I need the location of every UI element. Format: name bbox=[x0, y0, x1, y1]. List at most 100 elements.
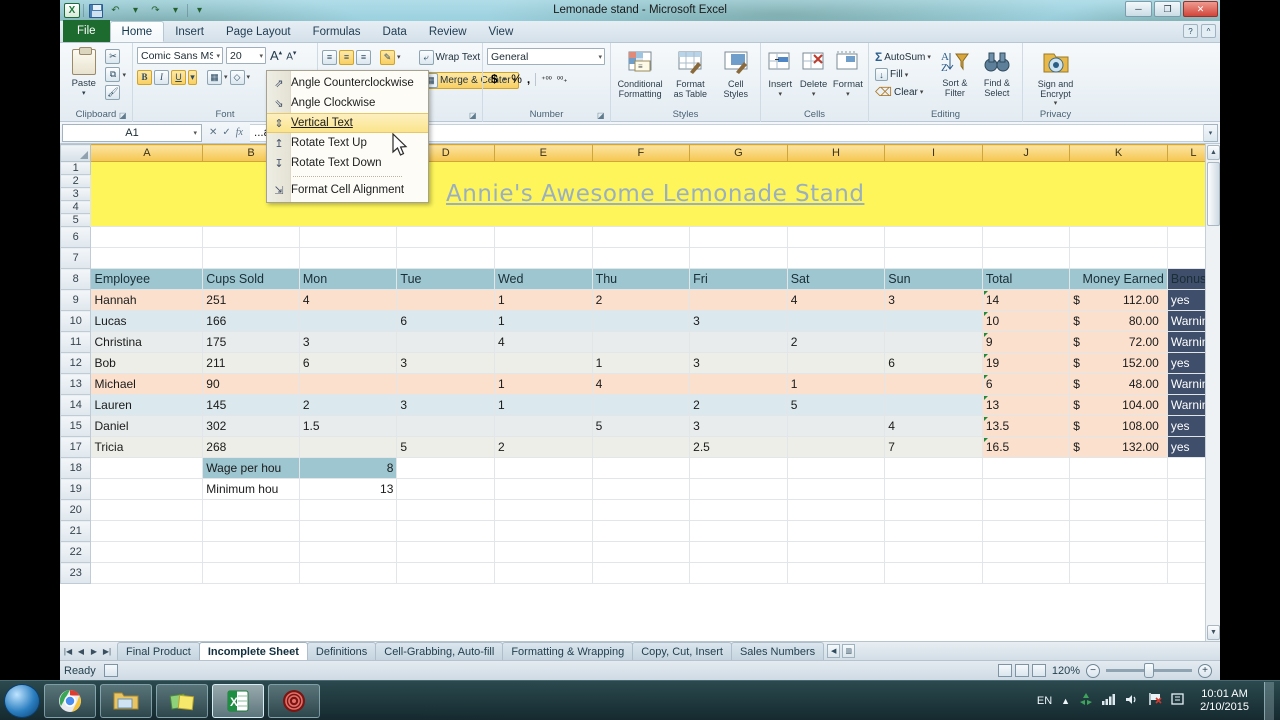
cell-employee[interactable]: Tricia bbox=[90, 436, 204, 458]
row-header-8[interactable]: 8 bbox=[60, 268, 92, 290]
zoom-in-button[interactable]: + bbox=[1198, 663, 1212, 678]
borders-icon[interactable]: ▦ bbox=[207, 69, 222, 85]
scroll-down-arrow[interactable]: ▼ bbox=[1207, 625, 1220, 640]
cell-sat[interactable] bbox=[786, 436, 886, 458]
row-header-19[interactable]: 19 bbox=[60, 478, 92, 500]
menu-item-angle-counterclockwise[interactable]: ⇗ Angle Counterclockwise bbox=[267, 73, 428, 93]
normal-view-icon[interactable] bbox=[997, 664, 1012, 677]
cell-wed[interactable]: 2 bbox=[493, 436, 593, 458]
column-header-k[interactable]: K bbox=[1069, 144, 1168, 162]
cell-mon[interactable]: 6 bbox=[298, 352, 398, 374]
close-button[interactable]: ✕ bbox=[1183, 1, 1218, 17]
cell-money[interactable]: $152.00 bbox=[1069, 352, 1168, 374]
insert-function-icon[interactable]: fx bbox=[236, 127, 243, 138]
cell-mon[interactable]: 3 bbox=[298, 331, 398, 353]
comma-icon[interactable]: , bbox=[527, 72, 530, 86]
row-header[interactable]: 9 bbox=[60, 289, 92, 311]
last-sheet-icon[interactable]: ▶| bbox=[101, 647, 113, 656]
cancel-formula-icon[interactable]: ✕ bbox=[209, 127, 217, 138]
cell-fri[interactable] bbox=[689, 289, 788, 311]
header-employee[interactable]: Employee bbox=[90, 268, 204, 290]
insert-cells-button[interactable]: Insert ▾ bbox=[765, 48, 795, 98]
sheet-tab-formatting-wrapping[interactable]: Formatting & Wrapping bbox=[502, 642, 634, 660]
cell-total[interactable]: 6 bbox=[981, 373, 1071, 395]
zoom-out-button[interactable]: − bbox=[1086, 663, 1100, 678]
restore-button[interactable]: ❐ bbox=[1154, 1, 1181, 17]
cell-fri[interactable]: 3 bbox=[689, 310, 788, 332]
cell-tue[interactable]: 6 bbox=[396, 310, 495, 332]
cell-thu[interactable] bbox=[591, 436, 691, 458]
column-header-h[interactable]: H bbox=[786, 144, 886, 162]
column-header-e[interactable]: E bbox=[493, 144, 593, 162]
taskbar-item-excel[interactable]: X bbox=[212, 683, 264, 718]
page-break-view-icon[interactable] bbox=[1031, 664, 1046, 677]
shrink-font-icon[interactable]: A▾ bbox=[286, 49, 296, 62]
cell-tue[interactable] bbox=[396, 373, 495, 395]
save-icon[interactable] bbox=[87, 3, 104, 19]
name-box[interactable]: A1 ▾ bbox=[62, 123, 202, 142]
orientation-dropdown-icon[interactable]: ▾ bbox=[397, 53, 401, 61]
cell-tue[interactable] bbox=[396, 289, 495, 311]
header-total[interactable]: Total bbox=[981, 268, 1071, 290]
cell-mon[interactable] bbox=[298, 373, 398, 395]
undo-dropdown-icon[interactable]: ▾ bbox=[127, 3, 144, 19]
cell-money[interactable]: $80.00 bbox=[1069, 310, 1168, 332]
first-sheet-icon[interactable]: |◀ bbox=[62, 647, 74, 656]
cell-cups[interactable]: 145 bbox=[202, 394, 300, 416]
prev-sheet-icon[interactable]: ◀ bbox=[75, 647, 87, 656]
cell-sat[interactable]: 5 bbox=[786, 394, 886, 416]
row-header-20[interactable]: 20 bbox=[60, 499, 92, 521]
cell-sun[interactable] bbox=[884, 394, 983, 416]
cell-styles-button[interactable]: Cell Styles bbox=[715, 48, 756, 99]
cell-thu[interactable]: 4 bbox=[591, 373, 691, 395]
paste-button[interactable]: Paste ▾ bbox=[64, 47, 103, 97]
cell-wed[interactable] bbox=[493, 415, 593, 437]
sheet-tab-cell-grabbing[interactable]: Cell-Grabbing, Auto-fill bbox=[375, 642, 504, 660]
cell-thu[interactable] bbox=[591, 394, 691, 416]
row-header-3[interactable]: 3 bbox=[60, 187, 92, 201]
cell-sat[interactable] bbox=[786, 352, 886, 374]
menu-item-angle-clockwise[interactable]: ⇘ Angle Clockwise bbox=[267, 93, 428, 113]
select-all-corner[interactable] bbox=[60, 144, 92, 162]
row-header[interactable]: 14 bbox=[60, 394, 92, 416]
column-header-i[interactable]: I bbox=[884, 144, 983, 162]
cell-total[interactable]: 13.5 bbox=[981, 415, 1071, 437]
cell-wed[interactable]: 1 bbox=[493, 289, 593, 311]
cell-tue[interactable] bbox=[396, 415, 495, 437]
cell-employee[interactable]: Christina bbox=[90, 331, 204, 353]
zoom-slider-thumb[interactable] bbox=[1144, 663, 1154, 678]
start-button[interactable] bbox=[4, 683, 40, 718]
header-sun[interactable]: Sun bbox=[884, 268, 983, 290]
collapse-ribbon-icon[interactable]: ^ bbox=[1201, 24, 1216, 38]
italic-button[interactable]: I bbox=[154, 69, 169, 85]
help-icon[interactable]: ? bbox=[1183, 24, 1198, 38]
cell-sat[interactable] bbox=[786, 415, 886, 437]
row-header-7[interactable]: 7 bbox=[60, 247, 92, 269]
row-header-23[interactable]: 23 bbox=[60, 562, 92, 584]
cell-thu[interactable] bbox=[591, 331, 691, 353]
cell-sat[interactable] bbox=[786, 310, 886, 332]
cell-mon[interactable] bbox=[298, 436, 398, 458]
column-header-a[interactable]: A bbox=[90, 144, 204, 162]
ribbon-tab-view[interactable]: View bbox=[478, 21, 525, 42]
row-header-1[interactable]: 1 bbox=[60, 161, 92, 175]
cell-thu[interactable]: 5 bbox=[591, 415, 691, 437]
borders-dropdown-icon[interactable]: ▾ bbox=[224, 73, 228, 81]
row-header-5[interactable]: 5 bbox=[60, 213, 92, 227]
underline-dropdown-icon[interactable]: ▾ bbox=[188, 69, 197, 85]
taskbar-item-sticky-notes[interactable] bbox=[156, 683, 208, 718]
header-fri[interactable]: Fri bbox=[689, 268, 788, 290]
header-money-earned[interactable]: Money Earned bbox=[1069, 268, 1168, 290]
show-desktop-button[interactable] bbox=[1264, 681, 1274, 720]
wrap-text-button[interactable]: ⤶ Wrap Text bbox=[417, 49, 483, 66]
cell-sat[interactable]: 4 bbox=[786, 289, 886, 311]
wage-value-cell[interactable]: 8 bbox=[298, 457, 398, 479]
header-thu[interactable]: Thu bbox=[591, 268, 691, 290]
cell-cups[interactable]: 175 bbox=[202, 331, 300, 353]
cell-sat[interactable]: 1 bbox=[786, 373, 886, 395]
ribbon-tab-file[interactable]: File bbox=[63, 20, 110, 42]
cell-total[interactable]: 16.5 bbox=[981, 436, 1071, 458]
sheet-tab-copy-cut-insert[interactable]: Copy, Cut, Insert bbox=[632, 642, 732, 660]
cell-total[interactable]: 9 bbox=[981, 331, 1071, 353]
cell-money[interactable]: $72.00 bbox=[1069, 331, 1168, 353]
